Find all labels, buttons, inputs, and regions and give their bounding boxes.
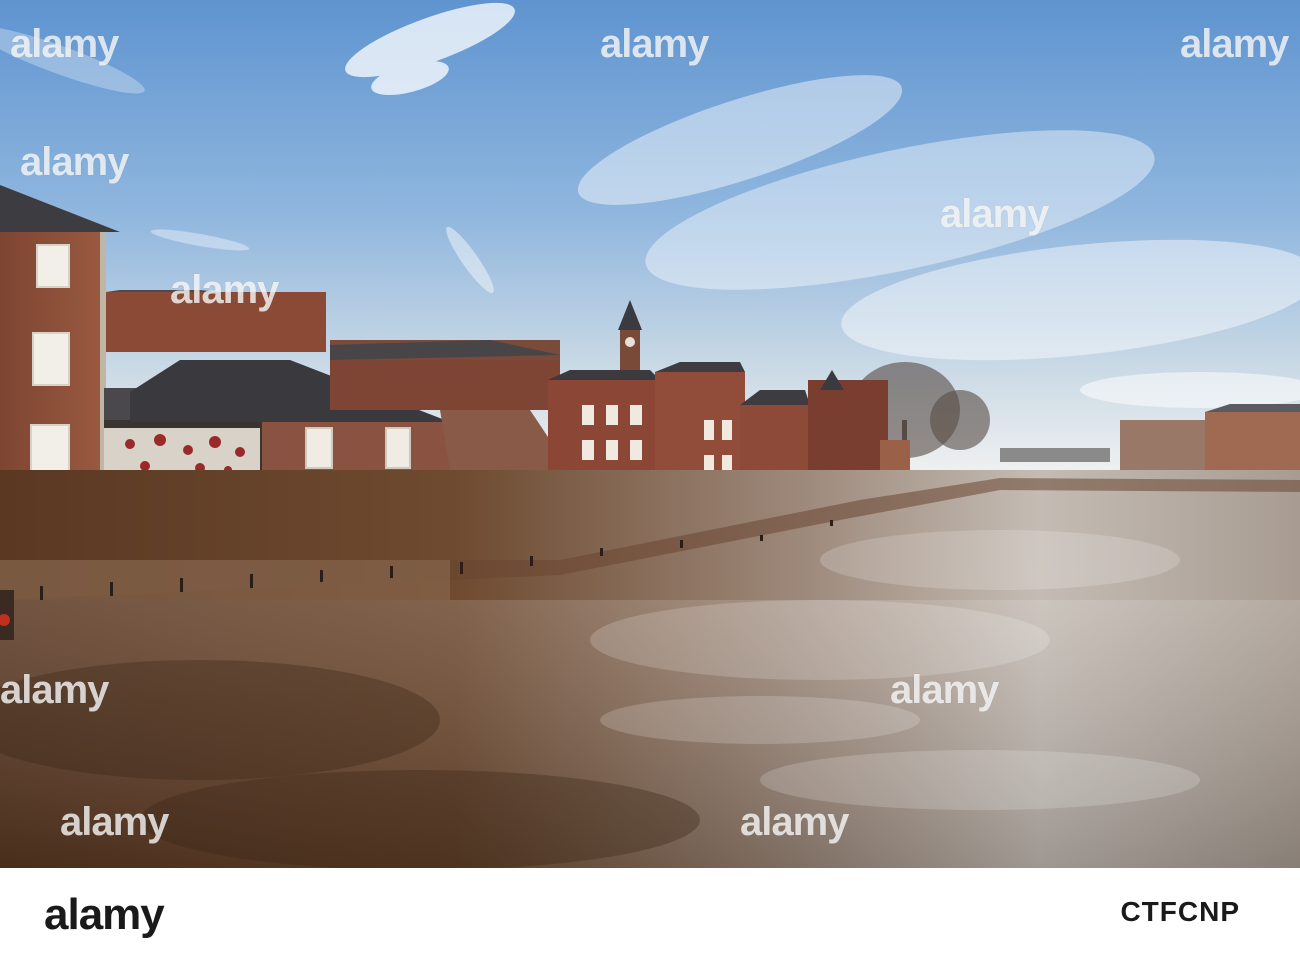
brand-logo[interactable]: alamy	[44, 890, 165, 940]
watermark-text: alamy	[0, 668, 109, 712]
watermark-text: alamy	[170, 268, 279, 312]
stock-image-id: CTFCNP	[1120, 896, 1240, 927]
stock-photo: alamy alamy alamy alamy alamy alamy alam…	[0, 0, 1300, 868]
stock-footer-bar: alamy CTFCNP	[0, 868, 1300, 956]
watermark-text: alamy	[60, 800, 169, 844]
watermark-text: alamy	[1180, 22, 1289, 66]
watermark-text: alamy	[940, 192, 1049, 236]
watermark-text: alamy	[890, 668, 999, 712]
watermark-text: alamy	[740, 800, 849, 844]
watermark-text: alamy	[10, 22, 119, 66]
river-flood-scene	[0, 0, 1300, 868]
watermark-text: alamy	[600, 22, 709, 66]
watermark-text: alamy	[20, 140, 129, 184]
